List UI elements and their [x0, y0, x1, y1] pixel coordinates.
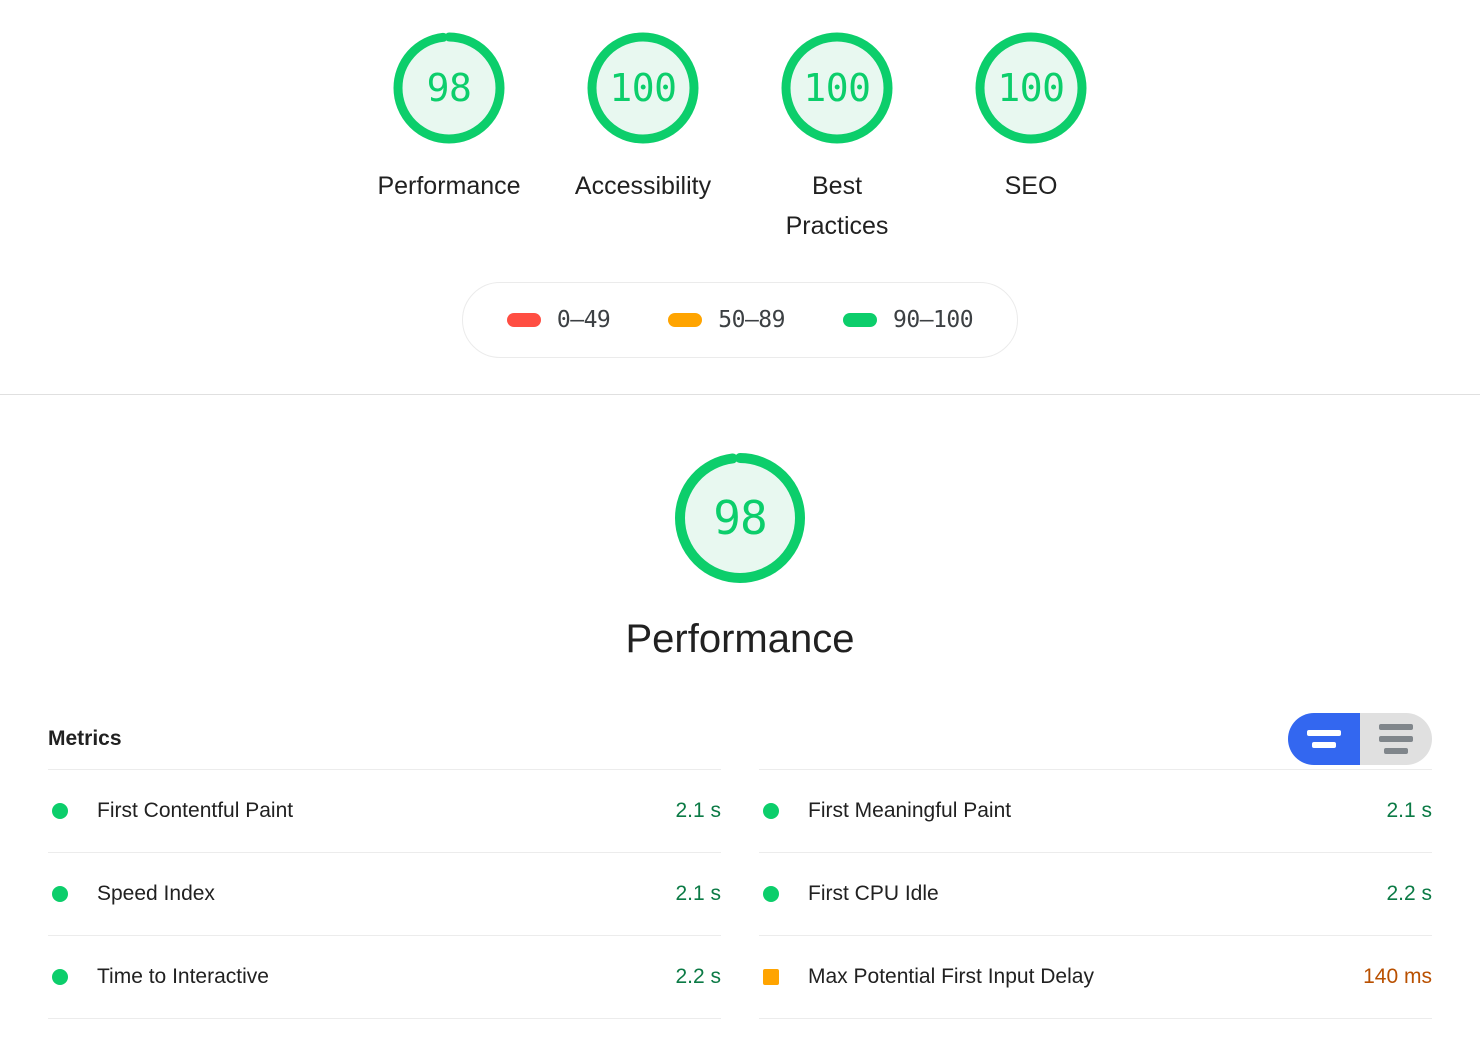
- legend-item-average: 50–89: [668, 307, 786, 333]
- toggle-bar-icon: [1379, 736, 1413, 742]
- legend-swatch-pass-icon: [843, 313, 878, 327]
- metrics-simple-view-button[interactable]: [1288, 713, 1360, 765]
- metric-value: 2.1 s: [675, 882, 721, 905]
- metric-name: Speed Index: [97, 882, 215, 905]
- legend-label-average: 50–89: [718, 307, 786, 333]
- metric-rating-pass-icon: [52, 886, 68, 902]
- metric-rating-average-icon: [763, 969, 779, 985]
- gauge-best-practices-label: Best Practices: [785, 172, 889, 240]
- gauge-seo-ring: 100: [967, 24, 1095, 152]
- score-legend: 0–49 50–89 90–100: [461, 282, 1019, 358]
- gauge-accessibility-label: Accessibility: [574, 172, 712, 200]
- score-gauge-best-practices[interactable]: 100 Best Practices: [740, 24, 934, 246]
- category-title: Performance: [625, 617, 855, 661]
- category-gauge-value: 98: [713, 491, 767, 545]
- legend-swatch-fail-icon: [506, 313, 541, 327]
- legend-label-pass: 90–100: [893, 307, 974, 333]
- toggle-bar-icon: [1384, 748, 1408, 754]
- toggle-bar-icon: [1379, 724, 1413, 730]
- gauge-accessibility-ring: 100: [579, 24, 707, 152]
- scores-section: 98 Performance 100 Accessibility 100 Bes…: [0, 0, 1480, 395]
- score-gauge-seo[interactable]: 100 SEO: [934, 24, 1128, 206]
- category-gauge: 98: [665, 443, 815, 593]
- gauge-seo-value: 100: [997, 66, 1065, 110]
- metric-name: Time to Interactive: [97, 965, 269, 988]
- metric-rating-pass-icon: [52, 803, 68, 819]
- category-hero: 98 Performance: [0, 395, 1480, 659]
- legend-item-pass: 90–100: [843, 307, 974, 333]
- metric-value: 2.1 s: [675, 799, 721, 822]
- score-legend-row: 0–49 50–89 90–100: [0, 282, 1480, 358]
- metric-row[interactable]: Time to Interactive 2.2 s: [48, 935, 721, 1018]
- metrics-header: Metrics: [48, 711, 1432, 767]
- gauge-accessibility-value: 100: [609, 66, 677, 110]
- metric-row[interactable]: First Contentful Paint 2.1 s: [48, 769, 721, 852]
- metrics-column-right: First Meaningful Paint 2.1 s First CPU I…: [759, 769, 1432, 1019]
- metrics-column-left: First Contentful Paint 2.1 s Speed Index…: [48, 769, 721, 1019]
- score-gauges-row: 98 Performance 100 Accessibility 100 Bes…: [0, 24, 1480, 246]
- metrics-section: Metrics First Contentful Paint 2.1 s Spe…: [0, 711, 1480, 1019]
- metric-rating-pass-icon: [763, 886, 779, 902]
- legend-item-fail: 0–49: [506, 307, 611, 333]
- metrics-column-end-divider: [48, 1018, 721, 1019]
- metrics-view-toggle[interactable]: [1288, 713, 1432, 765]
- legend-label-fail: 0–49: [556, 307, 611, 333]
- gauge-performance-value: 98: [426, 66, 472, 110]
- metric-value: 2.2 s: [1386, 882, 1432, 905]
- metric-row[interactable]: Speed Index 2.1 s: [48, 852, 721, 935]
- metric-row[interactable]: Max Potential First Input Delay 140 ms: [759, 935, 1432, 1018]
- metrics-columns: First Contentful Paint 2.1 s Speed Index…: [48, 769, 1432, 1019]
- score-gauge-performance[interactable]: 98 Performance: [352, 24, 546, 206]
- gauge-performance-ring: 98: [385, 24, 513, 152]
- metric-rating-pass-icon: [763, 803, 779, 819]
- metric-name: Max Potential First Input Delay: [808, 965, 1094, 988]
- metrics-heading: Metrics: [48, 727, 122, 750]
- toggle-bar-icon: [1312, 742, 1336, 748]
- gauge-best-practices-ring: 100: [773, 24, 901, 152]
- metric-row[interactable]: First Meaningful Paint 2.1 s: [759, 769, 1432, 852]
- metrics-column-end-divider: [759, 1018, 1432, 1019]
- toggle-bar-icon: [1307, 730, 1341, 736]
- metric-name: First Contentful Paint: [97, 799, 294, 822]
- metric-value: 2.1 s: [1386, 799, 1432, 822]
- legend-swatch-average-icon: [668, 313, 703, 327]
- score-gauge-accessibility[interactable]: 100 Accessibility: [546, 24, 740, 206]
- metrics-detail-view-button[interactable]: [1360, 713, 1432, 765]
- gauge-best-practices-value: 100: [803, 66, 871, 110]
- metric-name: First Meaningful Paint: [808, 799, 1012, 822]
- metric-name: First CPU Idle: [808, 882, 939, 905]
- metric-rating-pass-icon: [52, 969, 68, 985]
- gauge-performance-label: Performance: [377, 172, 521, 200]
- gauge-seo-label: SEO: [1004, 172, 1058, 200]
- metric-value: 2.2 s: [675, 965, 721, 988]
- metric-row[interactable]: First CPU Idle 2.2 s: [759, 852, 1432, 935]
- metric-value: 140 ms: [1363, 965, 1432, 988]
